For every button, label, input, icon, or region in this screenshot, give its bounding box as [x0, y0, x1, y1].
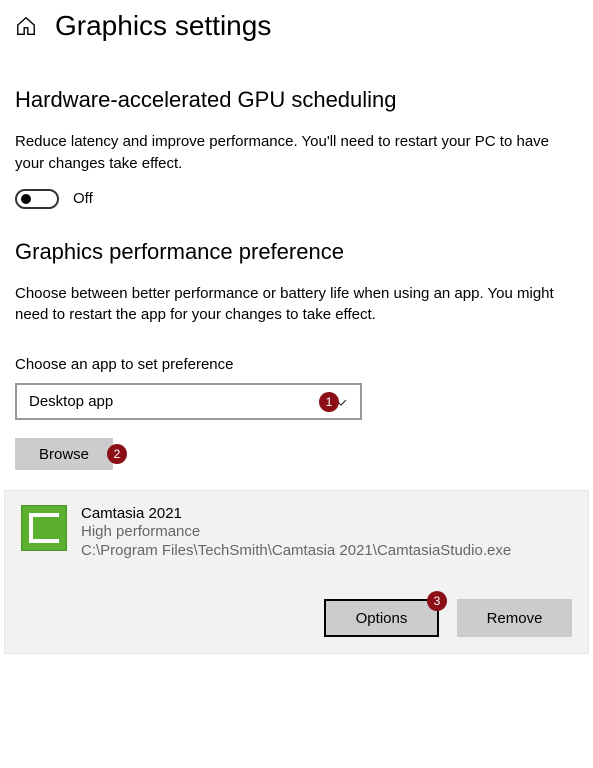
- app-name: Camtasia 2021: [81, 505, 572, 522]
- perf-preference-heading: Graphics performance preference: [15, 239, 578, 265]
- gpu-toggle-label: Off: [73, 190, 93, 207]
- remove-button[interactable]: Remove: [457, 599, 572, 637]
- perf-preference-description: Choose between better performance or bat…: [15, 283, 578, 327]
- app-card: Camtasia 2021 High performance C:\Progra…: [4, 490, 589, 654]
- select-value: Desktop app: [29, 393, 113, 410]
- app-type-select[interactable]: Desktop app: [15, 383, 362, 420]
- home-icon[interactable]: [15, 15, 37, 37]
- gpu-scheduling-heading: Hardware-accelerated GPU scheduling: [15, 87, 578, 113]
- annotation-badge-2: 2: [107, 444, 127, 464]
- app-path: C:\Program Files\TechSmith\Camtasia 2021…: [81, 540, 572, 561]
- options-button[interactable]: Options: [324, 599, 439, 637]
- toggle-knob: [21, 194, 31, 204]
- page-title: Graphics settings: [55, 10, 271, 42]
- annotation-badge-1: 1: [319, 392, 339, 412]
- camtasia-icon: [21, 505, 67, 551]
- choose-app-label: Choose an app to set preference: [15, 356, 578, 373]
- app-performance: High performance: [81, 523, 572, 540]
- annotation-badge-3: 3: [427, 591, 447, 611]
- gpu-scheduling-toggle[interactable]: [15, 189, 59, 209]
- gpu-scheduling-description: Reduce latency and improve performance. …: [15, 131, 578, 175]
- browse-button[interactable]: Browse: [15, 438, 113, 470]
